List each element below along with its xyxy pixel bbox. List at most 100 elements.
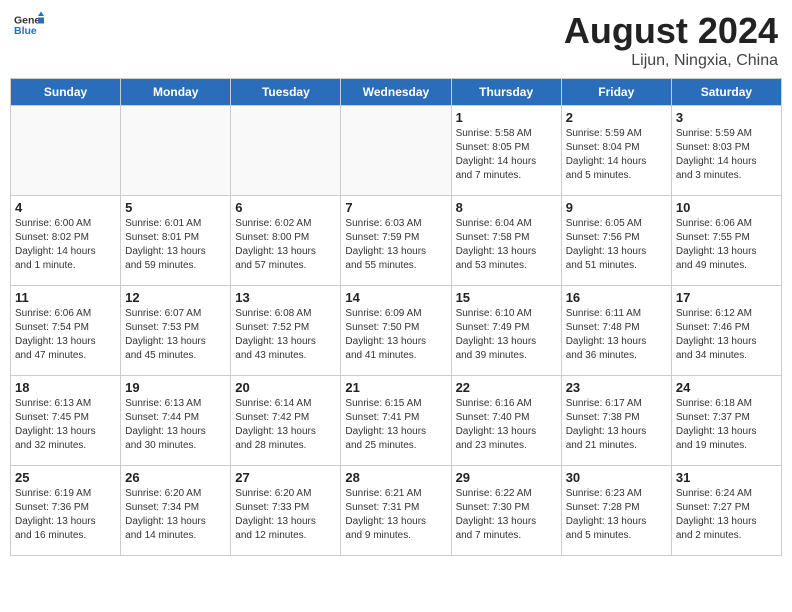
day-number: 1: [456, 110, 557, 125]
logo: General Blue: [14, 10, 44, 40]
calendar-cell: 5 Sunrise: 6:01 AM Sunset: 8:01 PM Daylig…: [121, 196, 231, 286]
calendar-cell: 18 Sunrise: 6:13 AM Sunset: 7:45 PM Dayli…: [11, 376, 121, 466]
day-number: 31: [676, 470, 777, 485]
day-of-week-header: Wednesday: [341, 79, 451, 106]
day-of-week-header: Tuesday: [231, 79, 341, 106]
calendar-cell: 31 Sunrise: 6:24 AM Sunset: 7:27 PM Dayli…: [671, 466, 781, 556]
day-info: Sunrise: 6:15 AM Sunset: 7:41 PM Dayligh…: [345, 397, 446, 453]
calendar-cell: 21 Sunrise: 6:15 AM Sunset: 7:41 PM Dayli…: [341, 376, 451, 466]
day-number: 25: [15, 470, 116, 485]
day-number: 21: [345, 380, 446, 395]
location-title: Lijun, Ningxia, China: [564, 52, 778, 70]
day-of-week-header: Monday: [121, 79, 231, 106]
calendar-cell: 26 Sunrise: 6:20 AM Sunset: 7:34 PM Dayli…: [121, 466, 231, 556]
calendar-cell: 28 Sunrise: 6:21 AM Sunset: 7:31 PM Dayli…: [341, 466, 451, 556]
day-number: 17: [676, 290, 777, 305]
day-number: 3: [676, 110, 777, 125]
calendar-cell: 12 Sunrise: 6:07 AM Sunset: 7:53 PM Dayli…: [121, 286, 231, 376]
day-info: Sunrise: 6:10 AM Sunset: 7:49 PM Dayligh…: [456, 307, 557, 363]
day-info: Sunrise: 6:08 AM Sunset: 7:52 PM Dayligh…: [235, 307, 336, 363]
day-number: 18: [15, 380, 116, 395]
day-info: Sunrise: 6:03 AM Sunset: 7:59 PM Dayligh…: [345, 217, 446, 273]
day-number: 9: [566, 200, 667, 215]
calendar-cell: 2 Sunrise: 5:59 AM Sunset: 8:04 PM Daylig…: [561, 106, 671, 196]
day-of-week-header: Friday: [561, 79, 671, 106]
calendar-cell: 3Sunrise: 5:59 AM Sunset: 8:03 PM Daylig…: [671, 106, 781, 196]
day-number: 27: [235, 470, 336, 485]
day-info: Sunrise: 6:17 AM Sunset: 7:38 PM Dayligh…: [566, 397, 667, 453]
calendar-cell: 25 Sunrise: 6:19 AM Sunset: 7:36 PM Dayli…: [11, 466, 121, 556]
day-number: 20: [235, 380, 336, 395]
calendar-cell: [341, 106, 451, 196]
day-info: Sunrise: 6:02 AM Sunset: 8:00 PM Dayligh…: [235, 217, 336, 273]
day-info: Sunrise: 6:09 AM Sunset: 7:50 PM Dayligh…: [345, 307, 446, 363]
svg-text:Blue: Blue: [14, 25, 37, 37]
page-header: General Blue August 2024 Lijun, Ningxia,…: [10, 10, 782, 70]
day-info: Sunrise: 6:11 AM Sunset: 7:48 PM Dayligh…: [566, 307, 667, 363]
day-number: 24: [676, 380, 777, 395]
day-of-week-header: Thursday: [451, 79, 561, 106]
day-number: 26: [125, 470, 226, 485]
day-info: Sunrise: 6:20 AM Sunset: 7:34 PM Dayligh…: [125, 487, 226, 543]
calendar-cell: 4Sunrise: 6:00 AM Sunset: 8:02 PM Daylig…: [11, 196, 121, 286]
calendar-cell: 6Sunrise: 6:02 AM Sunset: 8:00 PM Daylig…: [231, 196, 341, 286]
calendar-cell: 16 Sunrise: 6:11 AM Sunset: 7:48 PM Dayli…: [561, 286, 671, 376]
day-number: 22: [456, 380, 557, 395]
calendar-week-row: 18 Sunrise: 6:13 AM Sunset: 7:45 PM Dayli…: [11, 376, 782, 466]
day-of-week-header: Sunday: [11, 79, 121, 106]
day-info: Sunrise: 6:19 AM Sunset: 7:36 PM Dayligh…: [15, 487, 116, 543]
day-number: 8: [456, 200, 557, 215]
calendar-week-row: 25 Sunrise: 6:19 AM Sunset: 7:36 PM Dayli…: [11, 466, 782, 556]
calendar-table: SundayMondayTuesdayWednesdayThursdayFrid…: [10, 78, 782, 556]
calendar-cell: 9 Sunrise: 6:05 AM Sunset: 7:56 PM Daylig…: [561, 196, 671, 286]
day-info: Sunrise: 6:07 AM Sunset: 7:53 PM Dayligh…: [125, 307, 226, 363]
title-block: August 2024 Lijun, Ningxia, China: [564, 10, 778, 70]
calendar-cell: [11, 106, 121, 196]
calendar-cell: 29 Sunrise: 6:22 AM Sunset: 7:30 PM Dayli…: [451, 466, 561, 556]
day-info: Sunrise: 6:22 AM Sunset: 7:30 PM Dayligh…: [456, 487, 557, 543]
day-info: Sunrise: 5:58 AM Sunset: 8:05 PM Dayligh…: [456, 127, 557, 183]
day-number: 12: [125, 290, 226, 305]
calendar-cell: 14Sunrise: 6:09 AM Sunset: 7:50 PM Dayli…: [341, 286, 451, 376]
day-number: 2: [566, 110, 667, 125]
day-number: 10: [676, 200, 777, 215]
month-title: August 2024: [564, 10, 778, 52]
day-number: 29: [456, 470, 557, 485]
day-info: Sunrise: 6:24 AM Sunset: 7:27 PM Dayligh…: [676, 487, 777, 543]
calendar-cell: 19Sunrise: 6:13 AM Sunset: 7:44 PM Dayli…: [121, 376, 231, 466]
day-info: Sunrise: 5:59 AM Sunset: 8:04 PM Dayligh…: [566, 127, 667, 183]
day-number: 19: [125, 380, 226, 395]
calendar-body: 1 Sunrise: 5:58 AM Sunset: 8:05 PM Daylig…: [11, 106, 782, 556]
calendar-cell: 11Sunrise: 6:06 AM Sunset: 7:54 PM Dayli…: [11, 286, 121, 376]
day-info: Sunrise: 6:23 AM Sunset: 7:28 PM Dayligh…: [566, 487, 667, 543]
calendar-cell: 27Sunrise: 6:20 AM Sunset: 7:33 PM Dayli…: [231, 466, 341, 556]
calendar-header-row: SundayMondayTuesdayWednesdayThursdayFrid…: [11, 79, 782, 106]
day-number: 11: [15, 290, 116, 305]
day-number: 7: [345, 200, 446, 215]
day-info: Sunrise: 6:21 AM Sunset: 7:31 PM Dayligh…: [345, 487, 446, 543]
day-number: 4: [15, 200, 116, 215]
calendar-cell: 23Sunrise: 6:17 AM Sunset: 7:38 PM Dayli…: [561, 376, 671, 466]
calendar-cell: 13Sunrise: 6:08 AM Sunset: 7:52 PM Dayli…: [231, 286, 341, 376]
day-info: Sunrise: 6:01 AM Sunset: 8:01 PM Dayligh…: [125, 217, 226, 273]
calendar-cell: [121, 106, 231, 196]
day-info: Sunrise: 6:05 AM Sunset: 7:56 PM Dayligh…: [566, 217, 667, 273]
calendar-cell: 17 Sunrise: 6:12 AM Sunset: 7:46 PM Dayli…: [671, 286, 781, 376]
calendar-cell: 22Sunrise: 6:16 AM Sunset: 7:40 PM Dayli…: [451, 376, 561, 466]
day-number: 30: [566, 470, 667, 485]
day-info: Sunrise: 6:04 AM Sunset: 7:58 PM Dayligh…: [456, 217, 557, 273]
calendar-cell: 10Sunrise: 6:06 AM Sunset: 7:55 PM Dayli…: [671, 196, 781, 286]
day-of-week-header: Saturday: [671, 79, 781, 106]
calendar-week-row: 1 Sunrise: 5:58 AM Sunset: 8:05 PM Daylig…: [11, 106, 782, 196]
logo-icon: General Blue: [14, 10, 44, 40]
day-info: Sunrise: 6:14 AM Sunset: 7:42 PM Dayligh…: [235, 397, 336, 453]
calendar-cell: 7 Sunrise: 6:03 AM Sunset: 7:59 PM Daylig…: [341, 196, 451, 286]
calendar-cell: 24Sunrise: 6:18 AM Sunset: 7:37 PM Dayli…: [671, 376, 781, 466]
day-number: 5: [125, 200, 226, 215]
day-number: 16: [566, 290, 667, 305]
day-info: Sunrise: 6:12 AM Sunset: 7:46 PM Dayligh…: [676, 307, 777, 363]
day-number: 28: [345, 470, 446, 485]
calendar-cell: 1 Sunrise: 5:58 AM Sunset: 8:05 PM Daylig…: [451, 106, 561, 196]
calendar-cell: 15Sunrise: 6:10 AM Sunset: 7:49 PM Dayli…: [451, 286, 561, 376]
day-info: Sunrise: 6:13 AM Sunset: 7:45 PM Dayligh…: [15, 397, 116, 453]
